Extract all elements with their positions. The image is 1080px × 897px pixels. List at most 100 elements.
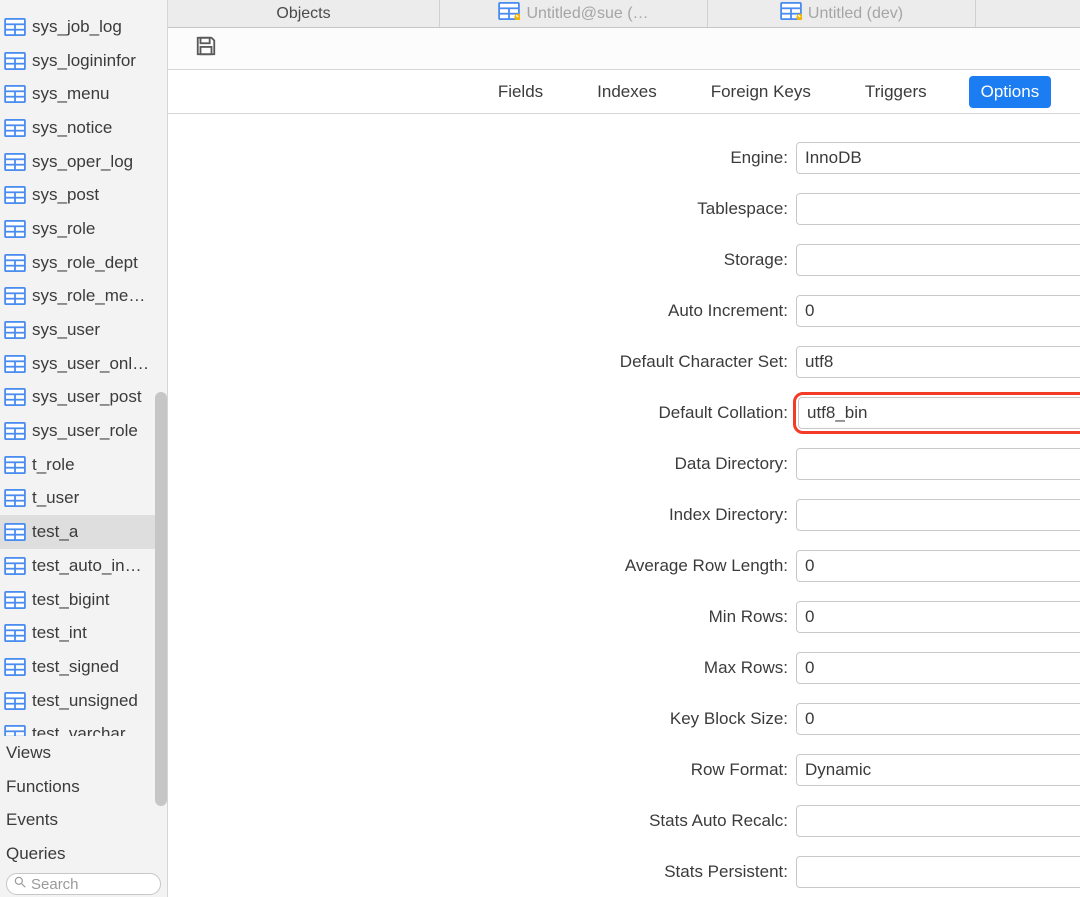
- autoinc-label: Auto Increment:: [168, 301, 796, 321]
- statspersist-combo[interactable]: [796, 856, 1080, 888]
- table-item-t-user[interactable]: t_user: [0, 482, 167, 516]
- table-icon: [4, 624, 26, 642]
- table-item-sys-user-post[interactable]: sys_user_post: [0, 381, 167, 415]
- table-icon: [4, 456, 26, 474]
- table-icon: [4, 287, 26, 305]
- table-icon: [4, 220, 26, 238]
- table-item-test-unsigned[interactable]: test_unsigned: [0, 684, 167, 718]
- subtab-options[interactable]: Options: [969, 76, 1052, 108]
- avgrow-input[interactable]: [796, 550, 1080, 582]
- table-item-label: sys_post: [32, 185, 99, 205]
- table-item-test-int[interactable]: test_int: [0, 616, 167, 650]
- table-item-sys-logininfor[interactable]: sys_logininfor: [0, 44, 167, 78]
- table-item-sys-oper-log[interactable]: sys_oper_log: [0, 145, 167, 179]
- table-icon: [4, 321, 26, 339]
- indexdir-input[interactable]: [796, 499, 1080, 531]
- search-placeholder: Search: [31, 876, 79, 893]
- table-item-sys-user-role[interactable]: sys_user_role: [0, 414, 167, 448]
- subtab-indexes[interactable]: Indexes: [585, 76, 669, 108]
- table-item-label: test_signed: [32, 657, 119, 677]
- table-item-test-auto-in-[interactable]: test_auto_in…: [0, 549, 167, 583]
- table-icon: [4, 557, 26, 575]
- table-item-label: t_role: [32, 455, 75, 475]
- table-item-sys-notice[interactable]: sys_notice: [0, 111, 167, 145]
- table-item-test-signed[interactable]: test_signed: [0, 650, 167, 684]
- table-item-sys-role-me-[interactable]: sys_role_me…: [0, 280, 167, 314]
- statspersist-label: Stats Persistent:: [168, 862, 796, 882]
- table-item-label: sys_role: [32, 219, 95, 239]
- table-item-sys-menu[interactable]: sys_menu: [0, 77, 167, 111]
- collation-label: Default Collation:: [168, 403, 796, 423]
- subtab-fields[interactable]: Fields: [486, 76, 555, 108]
- keyblock-input[interactable]: [796, 703, 1080, 735]
- table-icon: [4, 119, 26, 137]
- maxrows-label: Max Rows:: [168, 658, 796, 678]
- subtab-triggers[interactable]: Triggers: [853, 76, 939, 108]
- keyblock-label: Key Block Size:: [168, 709, 796, 729]
- minrows-input[interactable]: [796, 601, 1080, 633]
- save-icon[interactable]: [194, 35, 218, 62]
- tab-objects[interactable]: Objects: [168, 0, 440, 27]
- tab-untitled-sue[interactable]: Untitled@sue (…: [440, 0, 708, 27]
- table-item-label: sys_job_log: [32, 17, 122, 37]
- table-item-label: sys_logininfor: [32, 51, 136, 71]
- table-icon: [4, 692, 26, 710]
- engine-combo[interactable]: InnoDB: [796, 142, 1080, 174]
- tablespace-label: Tablespace:: [168, 199, 796, 219]
- charset-label: Default Character Set:: [168, 352, 796, 372]
- table-icon: [4, 153, 26, 171]
- engine-label: Engine:: [168, 148, 796, 168]
- sidebar-search[interactable]: Search: [6, 873, 161, 895]
- table-item-label: test_auto_in…: [32, 556, 142, 576]
- section-events[interactable]: Events: [0, 804, 167, 838]
- storage-combo[interactable]: [796, 244, 1080, 276]
- table-item-sys-user[interactable]: sys_user: [0, 313, 167, 347]
- table-item-label: sys_notice: [32, 118, 112, 138]
- table-item-test-bigint[interactable]: test_bigint: [0, 583, 167, 617]
- table-item-label: test_varchar: [32, 724, 126, 736]
- main-panel: Objects Untitled@sue (… Untitled (dev) F…: [168, 0, 1080, 897]
- statsrecalc-combo[interactable]: [796, 805, 1080, 837]
- table-icon: [4, 52, 26, 70]
- table-icon: [4, 254, 26, 272]
- table-item-sys-role[interactable]: sys_role: [0, 212, 167, 246]
- subtab-foreignkeys[interactable]: Foreign Keys: [699, 76, 823, 108]
- table-item-label: test_bigint: [32, 590, 110, 610]
- maxrows-input[interactable]: [796, 652, 1080, 684]
- autoinc-input[interactable]: [796, 295, 1080, 327]
- table-item-label: sys_user_role: [32, 421, 138, 441]
- table-item-test-a[interactable]: test_a: [0, 515, 167, 549]
- table-icon: [4, 489, 26, 507]
- table-item-sys-post[interactable]: sys_post: [0, 178, 167, 212]
- storage-label: Storage:: [168, 250, 796, 270]
- collation-combo[interactable]: utf8_bin: [798, 397, 1080, 429]
- section-queries[interactable]: Queries: [0, 837, 167, 871]
- options-form: Engine: InnoDB Tablespace: Storage: Auto…: [168, 114, 1080, 897]
- datadir-input[interactable]: [796, 448, 1080, 480]
- table-item-label: sys_user_post: [32, 387, 142, 407]
- table-editor-icon: [780, 2, 802, 25]
- table-item-sys-job-log[interactable]: sys_job_log: [0, 10, 167, 44]
- table-item-sys-role-dept[interactable]: sys_role_dept: [0, 246, 167, 280]
- table-item-test-varchar[interactable]: test_varchar: [0, 717, 167, 736]
- table-item-t-role[interactable]: t_role: [0, 448, 167, 482]
- table-icon: [4, 186, 26, 204]
- tab-overflow[interactable]: [976, 0, 1080, 27]
- table-item-sys-user-onl-[interactable]: sys_user_onl…: [0, 347, 167, 381]
- table-icon: [4, 422, 26, 440]
- table-item-label: sys_user: [32, 320, 100, 340]
- table-icon: [4, 85, 26, 103]
- tablespace-combo[interactable]: [796, 193, 1080, 225]
- table-icon: [4, 18, 26, 36]
- sidebar-scrollbar[interactable]: [155, 392, 167, 806]
- table-item-label: sys_role_me…: [32, 286, 145, 306]
- section-functions[interactable]: Functions: [0, 770, 167, 804]
- table-icon: [4, 658, 26, 676]
- charset-combo[interactable]: utf8: [796, 346, 1080, 378]
- sidebar: sys_job_log sys_logininfor sys_menu sys_not…: [0, 0, 168, 897]
- rowformat-combo[interactable]: Dynamic: [796, 754, 1080, 786]
- table-item-label: sys_role_dept: [32, 253, 138, 273]
- section-views[interactable]: Views: [0, 736, 167, 770]
- table-icon: [4, 355, 26, 373]
- tab-untitled-dev[interactable]: Untitled (dev): [708, 0, 976, 27]
